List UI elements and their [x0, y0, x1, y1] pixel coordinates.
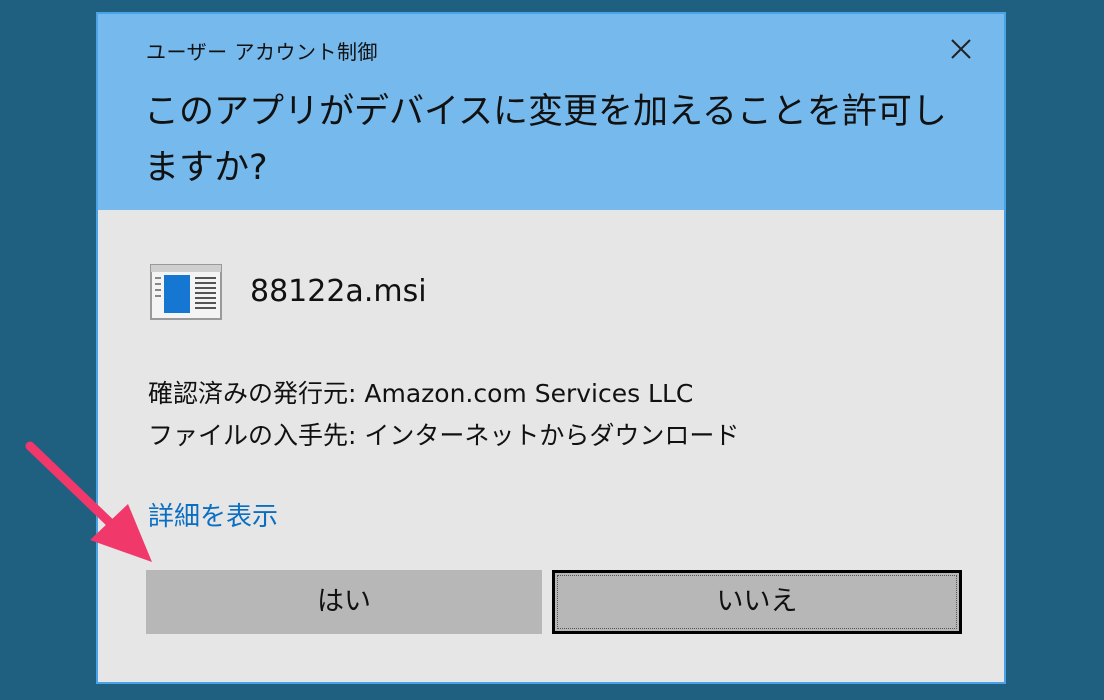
yes-button-label: はい — [317, 586, 371, 617]
close-button[interactable] — [938, 28, 982, 68]
desktop-background: ユーザー アカウント制御 このアプリがデバイスに変更を加えることを許可しますか? — [0, 0, 1104, 700]
dialog-header: ユーザー アカウント制御 このアプリがデバイスに変更を加えることを許可しますか? — [98, 14, 1004, 210]
close-icon — [951, 39, 971, 59]
permission-question: このアプリがデバイスに変更を加えることを許可しますか? — [144, 92, 947, 188]
focus-rectangle — [557, 575, 957, 629]
uac-dialog: ユーザー アカウント制御 このアプリがデバイスに変更を加えることを許可しますか? — [96, 12, 1006, 684]
yes-button[interactable]: はい — [146, 570, 542, 634]
dialog-title: ユーザー アカウント制御 — [146, 40, 378, 64]
file-origin: ファイルの入手先: インターネットからダウンロード — [148, 421, 740, 450]
no-button[interactable]: いいえ — [552, 570, 962, 634]
app-file-name: 88122a.msi — [250, 274, 427, 309]
installer-window-icon — [150, 264, 222, 320]
show-details-link[interactable]: 詳細を表示 — [148, 496, 278, 533]
verified-publisher: 確認済みの発行元: Amazon.com Services LLC — [148, 379, 694, 408]
